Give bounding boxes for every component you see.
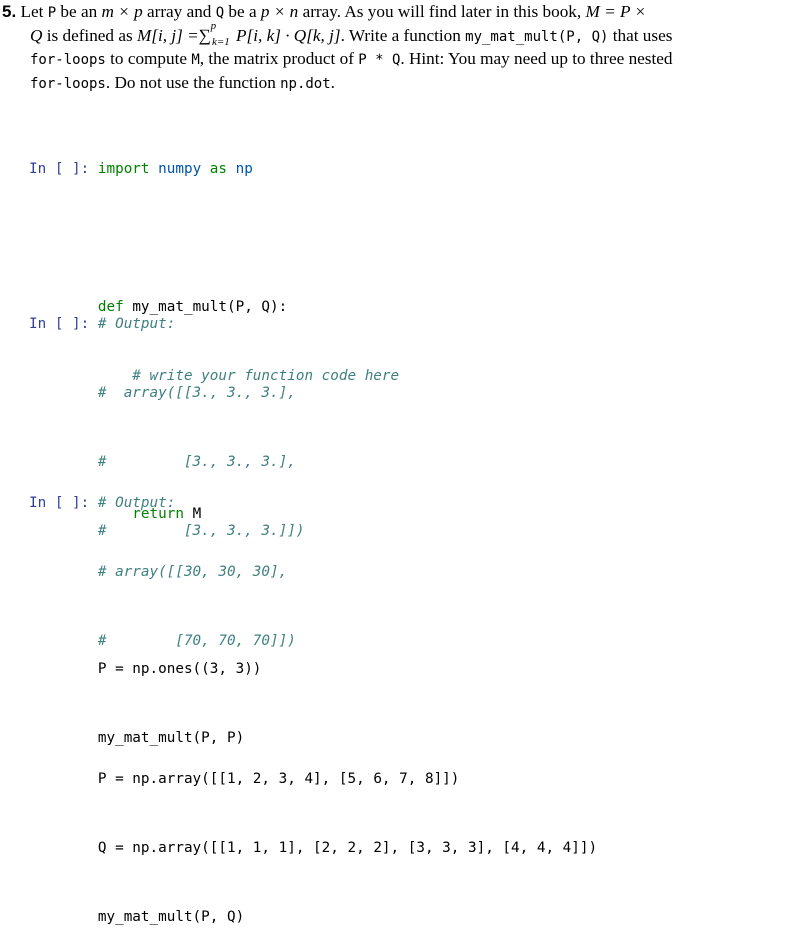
equation-M: M = P × <box>585 2 647 21</box>
text: array. As you will find later in this bo… <box>298 2 586 21</box>
cell-prompt: In [ ]: <box>29 316 90 332</box>
cell-prompt: In [ ]: <box>29 495 90 511</box>
problem-line-3: for-loops to compute M, the matrix produ… <box>2 47 782 71</box>
var-Q: Q <box>215 5 225 21</box>
dimension-p-n: p × n <box>260 2 299 21</box>
cell-prompt: In [ ]: <box>29 161 90 177</box>
text: array and <box>142 2 216 21</box>
text: , the matrix product of <box>199 49 359 68</box>
text: . Write a function <box>340 25 466 45</box>
code-line: Q = np.array([[1, 1, 1], [2, 2, 2], [3, … <box>97 840 598 856</box>
text: that uses <box>608 25 673 45</box>
formula-rhs: P[i, k] · Q[k, j] <box>231 25 341 45</box>
code-comment: # array([[30, 30, 30], <box>97 564 288 580</box>
module-name: numpy <box>158 161 202 177</box>
text: Let <box>16 2 48 21</box>
code-comment: # Output: <box>97 495 176 511</box>
text: be an <box>56 2 102 21</box>
code-line: P = np.array([[1, 2, 3, 4], [5, 6, 7, 8]… <box>97 771 460 787</box>
text: . Hint: You may need up to three nested <box>400 49 673 68</box>
function-name: my_mat_mult(P, Q) <box>465 28 609 45</box>
for-loops: for-loops <box>30 52 106 68</box>
sum-upper: p <box>210 19 217 32</box>
code-cell-3[interactable]: In [ ]: # Output: # array([[30, 30, 30],… <box>29 446 597 952</box>
text: . Do not use the function <box>105 72 281 92</box>
code-comment: # Output: <box>97 316 176 332</box>
formula-lhs: M[i, j] = <box>136 25 199 45</box>
np-dot: np.dot <box>280 75 331 92</box>
keyword-as: as <box>209 161 228 177</box>
text: to compute <box>105 49 192 68</box>
text: is defined as <box>42 25 137 45</box>
problem-number: 5. <box>2 2 17 21</box>
problem-line-1: 5. Let P be an m × p array and Q be a p … <box>2 0 782 24</box>
problem-statement: 5. Let P be an m × p array and Q be a p … <box>2 0 782 94</box>
var-P: P <box>358 52 367 68</box>
math-Q: Q <box>30 25 43 45</box>
var-M: M <box>191 52 200 68</box>
operator-star: * <box>366 52 392 68</box>
code-line: my_mat_mult(P, Q) <box>97 909 245 925</box>
summation: ∑ p k=1 <box>198 20 230 51</box>
keyword-import: import <box>97 161 150 177</box>
dimension-m-p: m × p <box>101 2 143 21</box>
code-comment: # array([[3., 3., 3.], <box>97 385 296 401</box>
code-comment: # [70, 70, 70]]) <box>97 633 296 649</box>
alias-name: np <box>235 161 253 177</box>
var-P: P <box>47 5 57 21</box>
for-loops: for-loops <box>30 75 106 92</box>
problem-line-4: for-loops. Do not use the function np.do… <box>2 71 782 95</box>
text: . <box>330 72 335 92</box>
sum-lower: k=1 <box>211 35 230 48</box>
text: be a <box>224 2 261 21</box>
sum-symbol: ∑ <box>198 25 211 45</box>
problem-line-2: Q is defined as M[i, j] =∑ p k=1 P[i, k] ·… <box>2 20 782 51</box>
